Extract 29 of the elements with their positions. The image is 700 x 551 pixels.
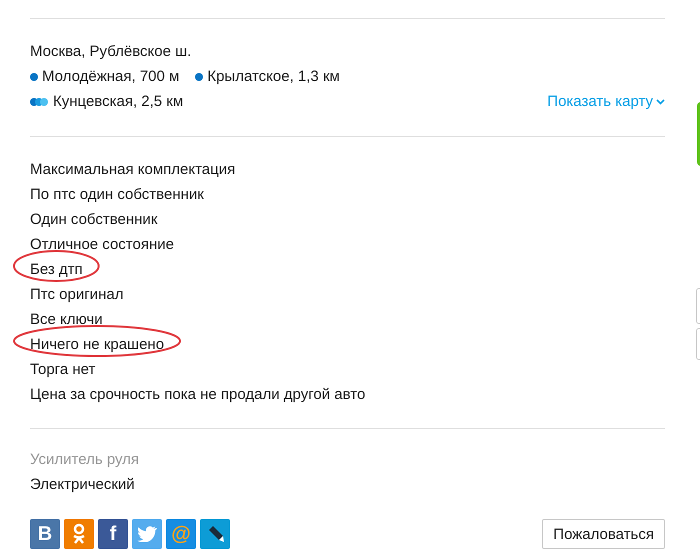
ok-share-button[interactable] bbox=[64, 519, 94, 549]
metro-station: Молодёжная, 700 м bbox=[42, 67, 180, 87]
bird-icon bbox=[137, 526, 157, 542]
address-text: Москва, Рублёвское ш. bbox=[30, 42, 192, 62]
vk-share-button[interactable]: B bbox=[30, 519, 60, 549]
param-label: Усилитель руля bbox=[30, 450, 140, 470]
facebook-share-button[interactable]: f bbox=[98, 519, 128, 549]
description-line: Без дтп bbox=[30, 257, 83, 282]
description-line: Торга нет bbox=[30, 360, 96, 380]
show-map-link[interactable]: Показать карту bbox=[547, 89, 653, 114]
complain-button[interactable]: Пожаловаться bbox=[542, 519, 665, 549]
description-line: Отличное состояние bbox=[30, 235, 174, 255]
description-line: Все ключи bbox=[30, 310, 103, 330]
metro-lines-icon bbox=[30, 98, 45, 106]
description-line: Один собственник bbox=[30, 210, 158, 230]
description-line: Птс оригинал bbox=[30, 285, 124, 305]
description-line: Максимальная комплектация bbox=[30, 160, 236, 180]
param-value: Электрический bbox=[30, 475, 136, 495]
twitter-share-button[interactable] bbox=[132, 519, 162, 549]
description-line: Ничего не крашено bbox=[30, 332, 164, 357]
ok-logo-icon bbox=[71, 523, 87, 545]
metro-station: Крылатское, 1,3 км bbox=[207, 67, 340, 87]
metro-station: Кунцевская, 2,5 км bbox=[53, 92, 184, 112]
description-line: По птс один собственник bbox=[30, 185, 204, 205]
description-line: Цена за срочность пока не продали другой авто bbox=[30, 385, 366, 405]
pen-share-button[interactable] bbox=[200, 519, 230, 549]
metro-dot-icon bbox=[30, 72, 38, 80]
chevron-down-icon bbox=[656, 98, 665, 104]
metro-dot-icon bbox=[195, 72, 204, 80]
